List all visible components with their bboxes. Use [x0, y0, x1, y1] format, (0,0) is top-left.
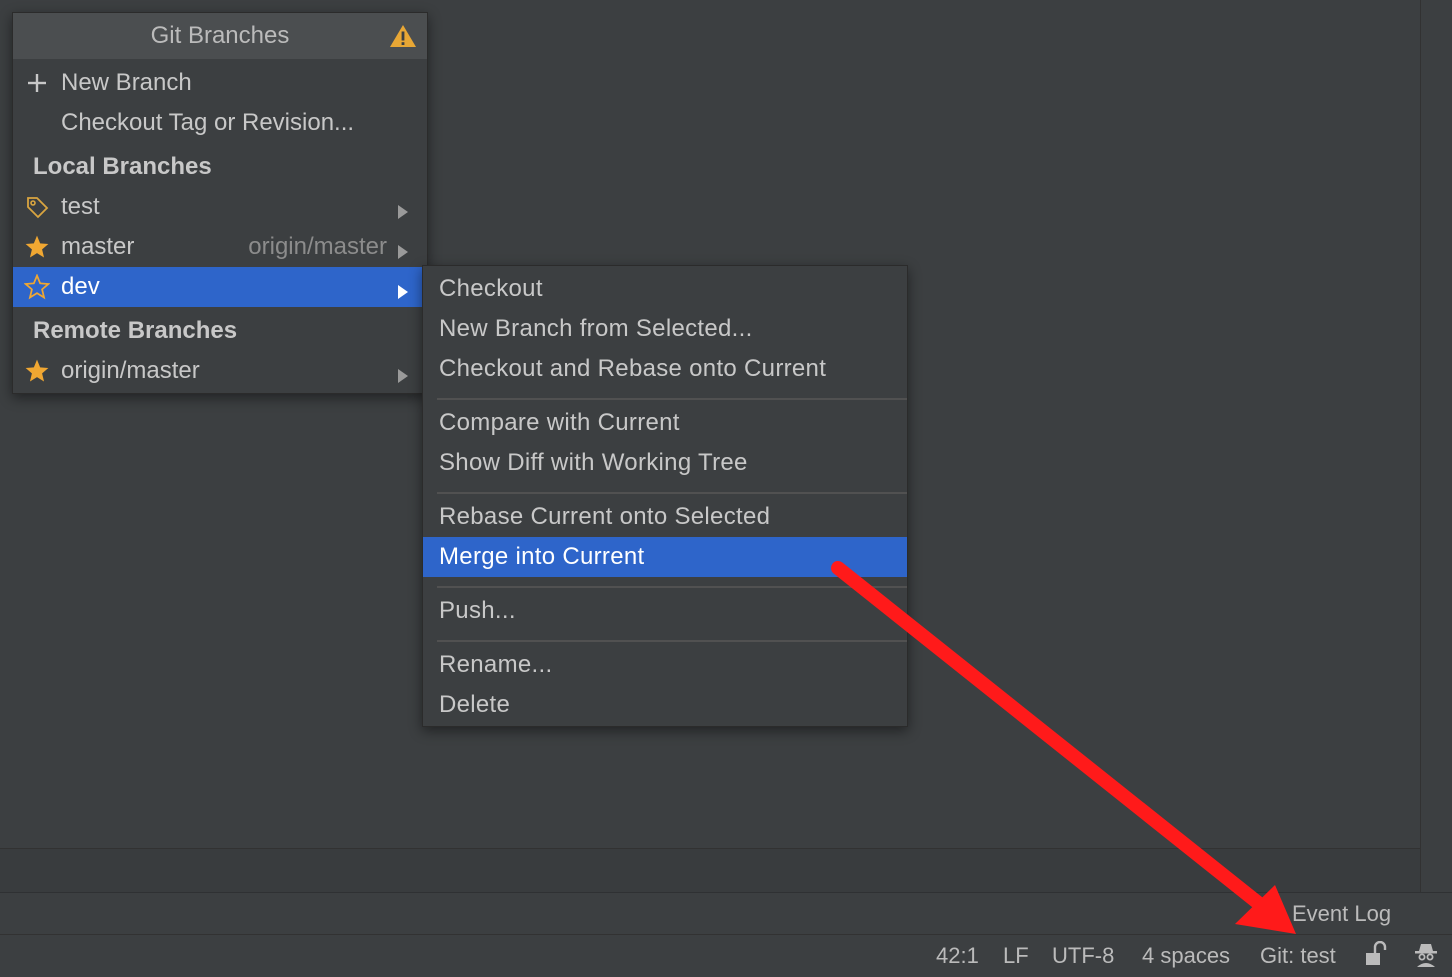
status-bar: 42:1 LF UTF-8 4 spaces Git: test	[0, 934, 1452, 977]
menu-separator	[437, 586, 907, 588]
git-branch-widget[interactable]: Git: test	[1260, 943, 1336, 969]
bottom-panel	[0, 848, 1420, 893]
warning-icon[interactable]	[389, 23, 417, 56]
menu-item-compare-with-current[interactable]: Compare with Current	[423, 403, 907, 443]
star-filled-icon	[13, 234, 61, 260]
indent-setting[interactable]: 4 spaces	[1142, 943, 1230, 969]
branch-actions-submenu: Checkout New Branch from Selected... Che…	[422, 265, 908, 727]
caret-position[interactable]: 42:1	[936, 943, 979, 969]
git-branches-popup: Git Branches New Branch Checkout Tag or …	[12, 12, 428, 394]
menu-item-new-branch-from-selected[interactable]: New Branch from Selected...	[423, 309, 907, 349]
tag-icon	[13, 195, 61, 219]
menu-separator	[437, 492, 907, 494]
branch-name: origin/master	[61, 357, 200, 384]
branch-name: test	[61, 193, 100, 220]
branch-item-test[interactable]: test	[13, 187, 427, 227]
lock-icon[interactable]	[1364, 940, 1388, 973]
star-outline-icon	[13, 274, 61, 300]
remote-branches-header: Remote Branches	[33, 317, 238, 344]
menu-separator	[437, 398, 907, 400]
branch-item-dev[interactable]: dev	[13, 267, 423, 307]
submenu-arrow-icon	[397, 199, 409, 227]
menu-item-rename[interactable]: Rename...	[423, 645, 907, 685]
local-branches-header: Local Branches	[33, 153, 212, 180]
menu-item-checkout-and-rebase[interactable]: Checkout and Rebase onto Current	[423, 349, 907, 389]
menu-item-checkout[interactable]: Checkout	[423, 269, 907, 309]
branch-name: master	[61, 233, 135, 260]
file-encoding[interactable]: UTF-8	[1052, 943, 1114, 969]
inspector-icon[interactable]	[1412, 940, 1440, 974]
popup-title: Git Branches	[150, 22, 290, 49]
branch-name: dev	[61, 273, 100, 300]
branch-item-master[interactable]: master origin/master	[13, 227, 427, 267]
right-tool-strip	[1420, 0, 1452, 892]
menu-separator	[437, 640, 907, 642]
tool-window-strip	[0, 892, 1452, 935]
checkout-tag-item[interactable]: Checkout Tag or Revision...	[13, 103, 427, 143]
line-separator[interactable]: LF	[1003, 943, 1029, 969]
menu-item-delete[interactable]: Delete	[423, 685, 907, 725]
submenu-arrow-icon	[397, 279, 409, 307]
event-log-label: Event Log	[1292, 901, 1392, 926]
star-filled-icon	[13, 358, 61, 384]
menu-item-show-diff[interactable]: Show Diff with Working Tree	[423, 443, 907, 483]
tracking-branch: origin/master	[248, 233, 387, 260]
plus-icon	[13, 73, 61, 93]
submenu-arrow-icon	[397, 239, 409, 267]
popup-header: Git Branches	[13, 13, 427, 59]
menu-item-push[interactable]: Push...	[423, 591, 907, 631]
checkout-tag-label: Checkout Tag or Revision...	[61, 109, 355, 136]
new-branch-label: New Branch	[61, 69, 192, 96]
menu-item-merge-into-current[interactable]: Merge into Current	[423, 537, 907, 577]
submenu-arrow-icon	[397, 363, 409, 391]
menu-item-rebase-current[interactable]: Rebase Current onto Selected	[423, 497, 907, 537]
event-log-icon	[1270, 903, 1284, 925]
branch-item-origin-master[interactable]: origin/master	[13, 351, 427, 391]
new-branch-item[interactable]: New Branch	[13, 63, 427, 103]
event-log-button[interactable]: Event Log	[1270, 900, 1391, 928]
